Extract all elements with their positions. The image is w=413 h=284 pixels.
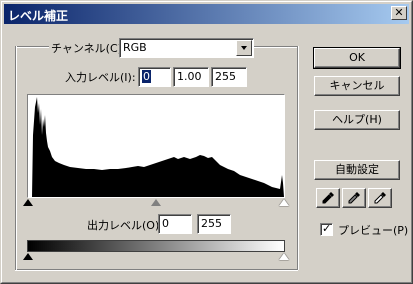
output-white-field[interactable]: 255 — [197, 214, 231, 234]
white-eyedropper-icon — [374, 192, 386, 204]
title-bar[interactable]: レベル補正 ✕ — [4, 4, 409, 24]
gray-eyedropper-icon — [348, 192, 360, 204]
input-white-value: 255 — [215, 70, 236, 83]
black-eyedropper-icon — [322, 192, 334, 204]
channel-select[interactable]: RGB — [119, 38, 254, 58]
histogram-shape — [32, 97, 284, 197]
output-black-value: 0 — [162, 217, 169, 230]
help-button[interactable]: ヘルプ(H) — [314, 110, 400, 130]
close-button[interactable]: ✕ — [391, 6, 407, 20]
gray-eyedropper-button[interactable] — [342, 188, 366, 208]
channel-label: チャンネル(C): — [49, 40, 128, 56]
input-gamma-slider[interactable] — [151, 199, 161, 206]
input-levels-label: 入力レベル(I): — [63, 69, 138, 85]
input-white-field[interactable]: 255 — [211, 67, 247, 87]
ok-button[interactable]: OK — [313, 47, 401, 69]
histogram — [27, 94, 285, 198]
group-border-bottom — [15, 269, 298, 271]
window-title: レベル補正 — [8, 9, 69, 23]
histogram-graph — [32, 97, 284, 197]
levels-dialog: レベル補正 ✕ チャンネル(C): RGB 入力レベル(I): 0 1.00 2… — [0, 0, 413, 284]
output-white-slider[interactable] — [279, 253, 289, 260]
input-gamma-field[interactable]: 1.00 — [173, 67, 209, 87]
output-black-field[interactable]: 0 — [158, 214, 192, 234]
white-eyedropper-button[interactable] — [368, 188, 392, 208]
preview-checkbox[interactable]: ✓ — [320, 222, 333, 236]
cancel-button[interactable]: キャンセル — [314, 76, 400, 96]
group-border-left — [15, 46, 17, 270]
input-gamma-value: 1.00 — [177, 70, 202, 83]
black-eyedropper-button[interactable] — [316, 188, 340, 208]
input-black-value: 0 — [142, 70, 151, 83]
output-gradient-bar — [27, 240, 285, 252]
input-white-slider[interactable] — [279, 199, 289, 206]
chevron-down-icon[interactable] — [236, 40, 252, 56]
channel-value: RGB — [123, 41, 147, 54]
output-white-value: 255 — [201, 217, 222, 230]
output-levels-label: 出力レベル(O): — [85, 217, 165, 233]
check-icon: ✓ — [322, 222, 332, 235]
group-border-right — [297, 46, 299, 270]
input-black-slider[interactable] — [23, 199, 33, 206]
input-black-field[interactable]: 0 — [138, 67, 171, 87]
preview-label[interactable]: プレビュー(P) — [336, 222, 411, 238]
close-icon: ✕ — [394, 6, 404, 19]
auto-button[interactable]: 自動設定 — [314, 160, 400, 180]
output-black-slider[interactable] — [23, 253, 33, 260]
